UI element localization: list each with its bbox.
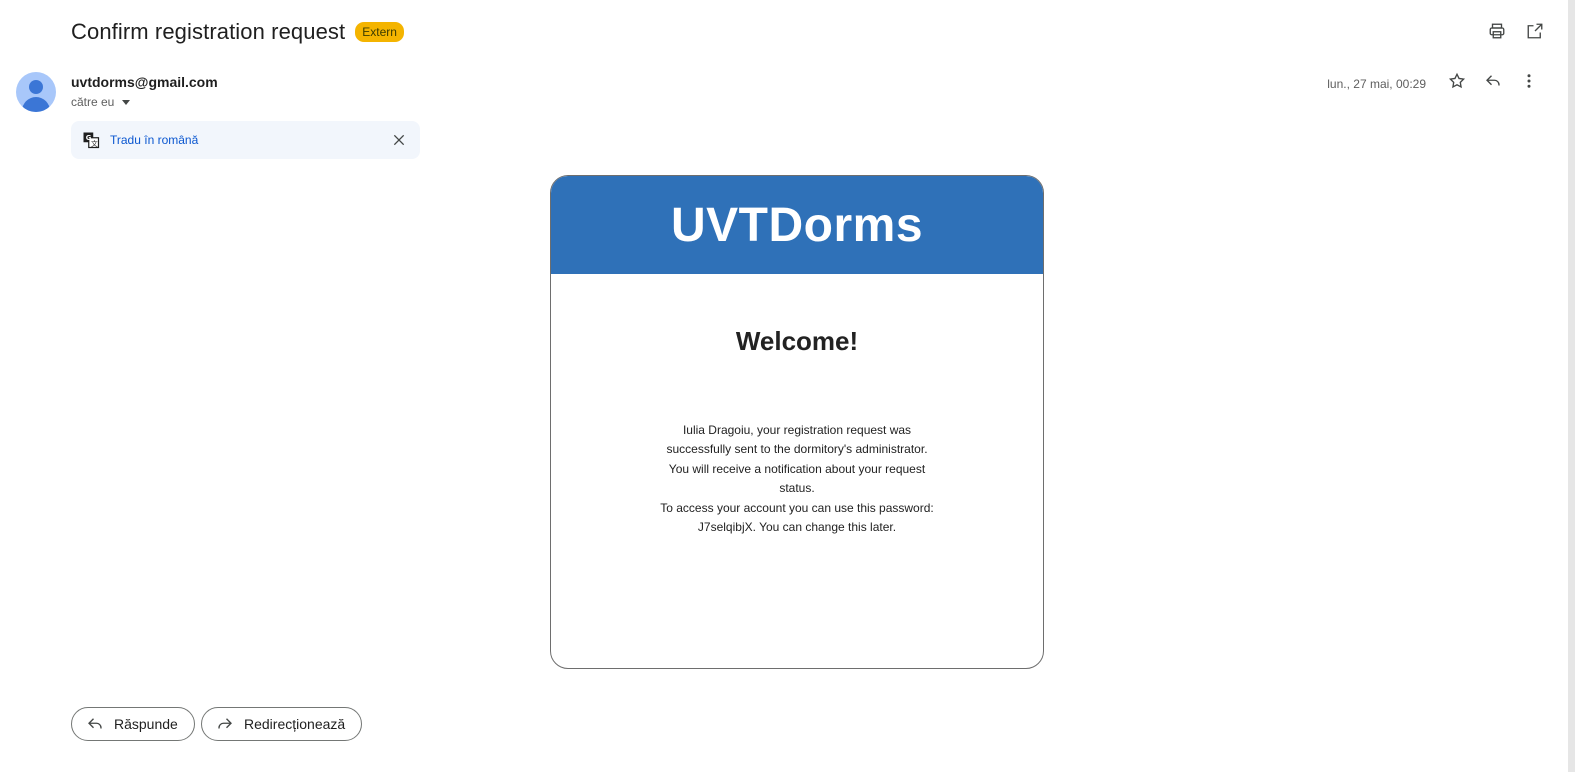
translate-icon: G文 <box>82 131 100 149</box>
svg-text:文: 文 <box>91 139 98 148</box>
message-date: lun., 27 mai, 00:29 <box>1327 76 1426 91</box>
forward-icon <box>218 718 232 729</box>
email-message: Iulia Dragoiu, your registration request… <box>646 421 948 537</box>
reply-button[interactable]: Răspunde <box>71 707 195 741</box>
scrollbar[interactable] <box>1568 0 1575 772</box>
brand-title: UVTDorms <box>670 198 924 252</box>
recipient-line[interactable]: către eu <box>71 95 131 109</box>
translate-link[interactable]: Tradu în română <box>110 133 198 147</box>
email-subject: Confirm registration request <box>71 19 346 44</box>
print-icon[interactable] <box>1486 20 1508 42</box>
message-line: status. <box>779 481 815 496</box>
welcome-heading: Welcome! <box>735 326 859 356</box>
reply-label: Răspunde <box>114 716 178 732</box>
star-icon[interactable] <box>1448 72 1466 95</box>
sender-email[interactable]: uvtdorms@gmail.com <box>71 74 218 90</box>
email-header: Confirm registration request Extern <box>71 16 404 48</box>
forward-label: Redirecționează <box>244 716 346 732</box>
sender-avatar[interactable] <box>16 72 56 112</box>
chevron-down-icon[interactable] <box>122 99 131 105</box>
close-icon[interactable] <box>390 131 408 149</box>
message-line: successfully sent to the dormitory's adm… <box>666 442 928 457</box>
recipient-label: către eu <box>71 95 115 109</box>
message-line: To access your account you can use this … <box>660 500 934 515</box>
message-line: J7selqibjX. You can change this later. <box>697 520 897 535</box>
reply-icon[interactable] <box>1484 72 1502 95</box>
card-header: UVTDorms <box>551 176 1043 274</box>
message-line: Iulia Dragoiu, your registration request… <box>682 423 912 437</box>
translate-bar: G文 Tradu în română <box>71 121 420 159</box>
message-line: You will receive a notification about yo… <box>668 461 926 476</box>
top-actions <box>1486 20 1546 42</box>
email-card: UVTDorms Welcome! Iulia Dragoiu, your re… <box>550 175 1044 669</box>
message-meta: lun., 27 mai, 00:29 <box>1327 72 1538 95</box>
external-badge[interactable]: Extern <box>355 22 404 42</box>
reply-icon <box>88 718 102 729</box>
forward-button[interactable]: Redirecționează <box>201 707 363 741</box>
open-in-new-window-icon[interactable] <box>1524 20 1546 42</box>
more-options-icon[interactable] <box>1520 72 1538 95</box>
